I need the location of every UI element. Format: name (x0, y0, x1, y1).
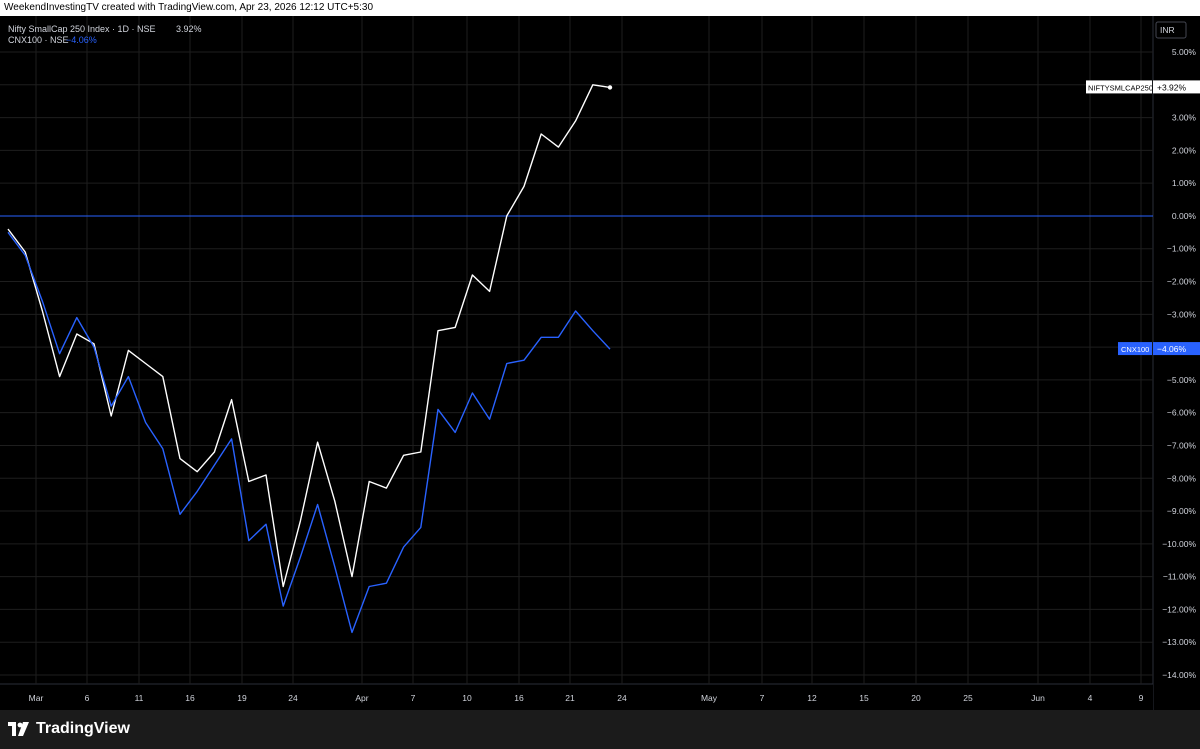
y-tick-label: 3.00% (1172, 113, 1197, 123)
chart-background (0, 16, 1200, 710)
y-tick-label: −8.00% (1167, 473, 1197, 483)
y-tick-label: −9.00% (1167, 506, 1197, 516)
series-tag-smallcap-name: NIFTYSMLCAP250 (1088, 83, 1153, 92)
x-tick-label: 24 (617, 693, 627, 703)
x-tick-label: 10 (462, 693, 472, 703)
y-tick-label: 0.00% (1172, 211, 1197, 221)
x-tick-label: 9 (1139, 693, 1144, 703)
y-tick-label: −14.00% (1162, 670, 1196, 680)
y-tick-label: −1.00% (1167, 244, 1197, 254)
x-tick-label: 4 (1088, 693, 1093, 703)
series-tag-cnx100-name: CNX100 (1121, 345, 1149, 354)
y-tick-label: −7.00% (1167, 440, 1197, 450)
legend-cnx100-value: −4.06% (66, 35, 97, 45)
x-tick-label: 15 (859, 693, 869, 703)
chart-area[interactable]: 5.00%4.00%3.00%2.00%1.00%0.00%−1.00%−2.0… (0, 16, 1200, 710)
x-tick-label: Apr (355, 693, 368, 703)
x-tick-label: Mar (29, 693, 44, 703)
y-tick-label: −2.00% (1167, 277, 1197, 287)
x-tick-label: 20 (911, 693, 921, 703)
x-tick-label: 19 (237, 693, 247, 703)
attribution-text: WeekendInvestingTV created with TradingV… (4, 2, 374, 13)
x-tick-label: 7 (760, 693, 765, 703)
legend-smallcap-name: Nifty SmallCap 250 Index · 1D · NSE (8, 24, 156, 34)
x-tick-label: 24 (288, 693, 298, 703)
legend-cnx100-name: CNX100 · NSE (8, 35, 69, 45)
x-tick-label: 12 (807, 693, 817, 703)
y-tick-label: −12.00% (1162, 604, 1196, 614)
x-tick-label: 25 (963, 693, 973, 703)
y-tick-label: 2.00% (1172, 145, 1197, 155)
currency-button[interactable]: INR (1155, 21, 1187, 39)
x-tick-label: Jun (1031, 693, 1045, 703)
x-tick-label: May (701, 693, 718, 703)
y-tick-label: −10.00% (1162, 539, 1196, 549)
series-tag-cnx100-value: −4.06% (1157, 344, 1187, 354)
y-tick-label: −13.00% (1162, 637, 1196, 647)
series-tag-smallcap-value: +3.92% (1157, 82, 1187, 92)
last-point-marker (607, 85, 613, 90)
legend-smallcap-value: 3.92% (176, 24, 202, 34)
x-tick-label: 16 (185, 693, 195, 703)
y-tick-label: −6.00% (1167, 408, 1197, 418)
tradingview-logo[interactable]: TradingView (8, 720, 130, 738)
x-tick-label: 21 (565, 693, 575, 703)
y-tick-label: 1.00% (1172, 178, 1197, 188)
brand-name: TradingView (36, 720, 130, 737)
time-scale[interactable] (0, 684, 1153, 710)
y-tick-label: −5.00% (1167, 375, 1197, 385)
y-tick-label: −11.00% (1163, 572, 1197, 582)
footer: TradingView (0, 710, 1200, 749)
x-tick-label: 6 (85, 693, 90, 703)
x-tick-label: 7 (411, 693, 416, 703)
currency-label: INR (1160, 25, 1175, 35)
x-tick-label: 16 (514, 693, 524, 703)
y-tick-label: 5.00% (1172, 47, 1197, 57)
tradingview-icon (8, 722, 29, 736)
x-tick-label: 11 (135, 693, 144, 703)
y-tick-label: −3.00% (1167, 309, 1197, 319)
attribution-bar: WeekendInvestingTV created with TradingV… (0, 0, 1200, 16)
